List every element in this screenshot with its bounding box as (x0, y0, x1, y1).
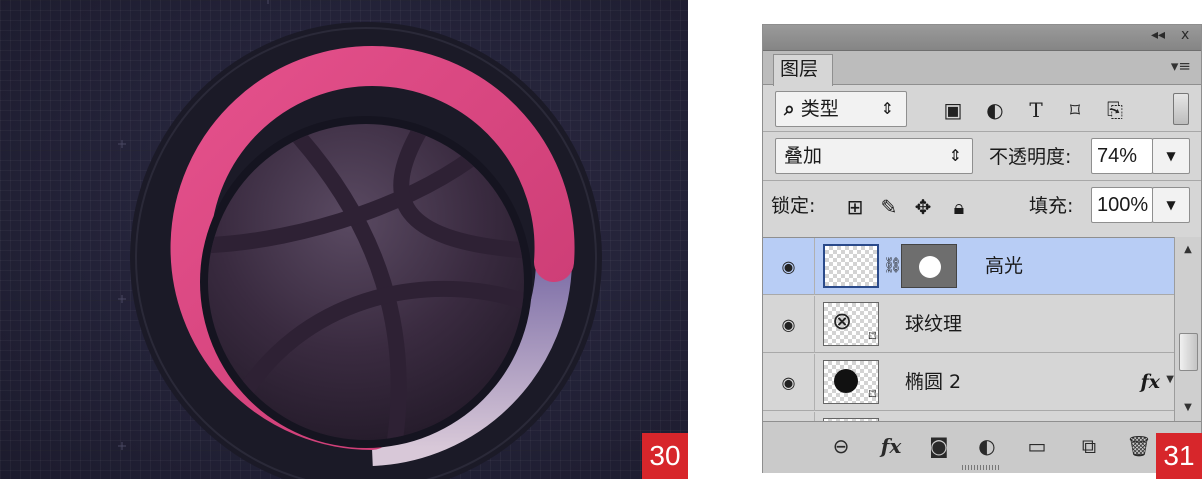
filter-toggle-switch[interactable] (1173, 93, 1189, 125)
opacity-label: 不透明度: (989, 146, 1072, 168)
layer-thumbnail: ⌑ (823, 360, 879, 404)
scroll-up-icon[interactable]: ▲ (1175, 237, 1201, 263)
folder-icon[interactable]: ▭ (1021, 430, 1053, 462)
layer-row-ellipse-2[interactable]: ◉ ⌑ 椭圆 2 fx ▼ (763, 354, 1174, 411)
fill-label: 填充: (1029, 195, 1074, 217)
panel-menu-icon[interactable]: ▾≡ (1171, 57, 1191, 75)
fill-dropdown-button[interactable]: ▼ (1152, 187, 1190, 223)
scroll-down-icon[interactable]: ▼ (1175, 395, 1201, 421)
panel-tab-row: 图层 ▾≡ (763, 51, 1201, 86)
chevron-down-icon[interactable]: ▼ (1166, 374, 1174, 385)
smart-object-filter-icon[interactable]: ⎘ (1100, 95, 1130, 125)
search-icon: ⌕ (784, 98, 795, 120)
layer-name: 球纹理 (905, 313, 963, 335)
tab-layers[interactable]: 图层 (773, 54, 833, 86)
shape-layer-icon: ⌑ (868, 329, 876, 345)
scroll-thumb[interactable] (1179, 333, 1198, 371)
layer-row-partial[interactable] (763, 412, 1174, 421)
lock-brush-icon[interactable]: ✎ (875, 193, 903, 221)
layers-bottom-toolbar: ⊖ fx ◙ ◐ ▭ ⧉ 🗑︎ (763, 421, 1201, 473)
link-icon[interactable]: ⊖ (825, 430, 857, 462)
shape-filter-icon[interactable]: ⌑ (1060, 95, 1090, 125)
visibility-eye-icon (763, 412, 815, 421)
opacity-input[interactable]: 74% (1091, 138, 1153, 174)
new-layer-icon[interactable]: ⧉ (1073, 430, 1105, 462)
layer-name: 高光 (985, 255, 1024, 277)
resize-grip[interactable] (962, 465, 1000, 470)
lock-label: 锁定: (771, 195, 816, 217)
lock-move-icon[interactable]: ✥ (909, 193, 937, 221)
link-chain-icon[interactable]: ⛓ (883, 256, 902, 274)
filter-kind-label: 类型 (800, 98, 839, 120)
layer-row-highlight[interactable]: ◉ ⛓ 高光 (763, 238, 1174, 295)
panel-titlebar: ◂◂ x (763, 25, 1201, 51)
layer-name: 椭圆 2 (905, 371, 962, 393)
close-icon[interactable]: x (1181, 27, 1189, 43)
layer-thumbnail (823, 244, 879, 288)
layers-panel: ◂◂ x 图层 ▾≡ ⌕ 类型 ⇕ ▣ ◐ T ⌑ ⎘ 叠加 ⇕ 不透明度: 7… (762, 24, 1202, 473)
fill-input[interactable]: 100% (1091, 187, 1153, 223)
select-arrows-icon: ⇕ (948, 146, 962, 165)
divider (763, 131, 1201, 132)
blend-mode-label: 叠加 (784, 145, 823, 167)
type-filter-icon[interactable]: T (1021, 95, 1051, 125)
mask-icon[interactable]: ◙ (923, 430, 955, 462)
layer-list: ◉ ⛓ 高光 ◉ ⊗ ⌑ 球纹理 ◉ ⌑ 椭圆 2 fx ▼ (763, 237, 1174, 421)
dribbble-progress-illustration: 30 (0, 0, 688, 479)
chevron-down-icon: ▼ (1166, 149, 1176, 163)
trash-icon[interactable]: 🗑︎ (1123, 430, 1155, 462)
adjustment-icon[interactable]: ◐ (971, 430, 1003, 462)
figure-number-badge: 30 (642, 433, 688, 479)
shape-layer-icon: ⌑ (868, 387, 876, 403)
illustration-canvas (118, 0, 602, 479)
layer-mask-thumbnail[interactable] (901, 244, 957, 288)
lock-transparent-icon[interactable]: ⊞ (841, 193, 869, 221)
layer-thumbnail: ⊗ ⌑ (823, 302, 879, 346)
filter-kind-select[interactable]: ⌕ 类型 ⇕ (775, 91, 907, 127)
layer-list-scrollbar[interactable]: ▲ ▼ (1174, 237, 1201, 421)
double-chevron-icon[interactable]: ◂◂ (1151, 27, 1165, 43)
layer-row-ball-texture[interactable]: ◉ ⊗ ⌑ 球纹理 (763, 296, 1174, 353)
visibility-eye-icon[interactable]: ◉ (763, 354, 815, 411)
select-arrows-icon: ⇕ (880, 99, 894, 118)
visibility-eye-icon[interactable]: ◉ (763, 238, 815, 295)
image-filter-icon[interactable]: ▣ (938, 95, 968, 125)
visibility-eye-icon[interactable]: ◉ (763, 296, 815, 353)
blend-mode-select[interactable]: 叠加 ⇕ (775, 138, 973, 174)
layer-effects-fx-icon[interactable]: fx (1140, 354, 1160, 411)
ball-shape-icon: ⊗ (832, 307, 853, 335)
adjustment-filter-icon[interactable]: ◐ (980, 95, 1010, 125)
dribbble-ball (208, 124, 524, 440)
fx-icon[interactable]: fx (875, 430, 907, 462)
lock-all-icon[interactable]: 🔒︎ (945, 193, 973, 221)
chevron-down-icon: ▼ (1166, 198, 1176, 212)
figure-number-badge: 31 (1156, 433, 1202, 479)
opacity-dropdown-button[interactable]: ▼ (1152, 138, 1190, 174)
divider (763, 180, 1201, 181)
